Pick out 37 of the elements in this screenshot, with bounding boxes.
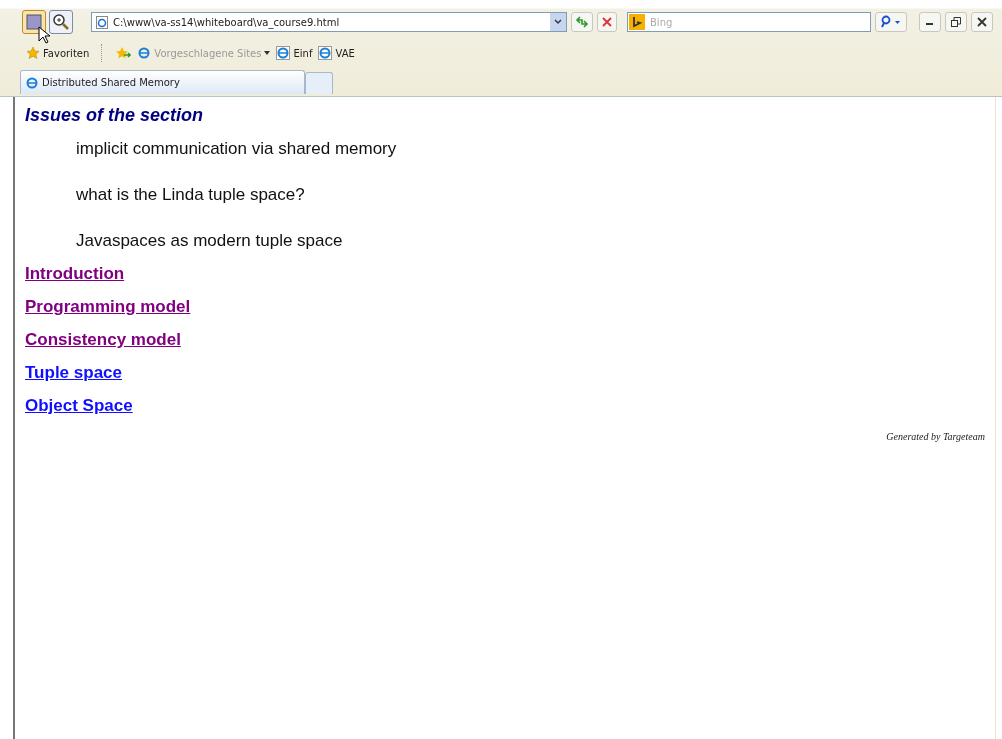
close-icon	[977, 17, 987, 27]
bing-logo-icon	[629, 14, 645, 30]
section-link[interactable]: Tuple space	[25, 363, 122, 382]
browser-logo-icon	[137, 46, 152, 60]
favorite-link[interactable]: Einf	[276, 46, 313, 60]
mouse-cursor-icon	[38, 26, 50, 44]
browser-tab[interactable]: Distributed Shared Memory	[20, 70, 305, 94]
close-button[interactable]	[971, 12, 993, 32]
zoom-button[interactable]	[49, 10, 73, 34]
section-link[interactable]: Introduction	[25, 264, 125, 283]
star-icon	[26, 46, 40, 60]
address-field[interactable]: C:\www\va-ss14\whiteboard\va_course9.html	[91, 12, 567, 32]
stop-button[interactable]	[597, 12, 617, 32]
browser-logo-icon	[318, 46, 333, 60]
restore-icon	[951, 17, 961, 27]
section-link[interactable]: Object Space	[25, 396, 133, 415]
browser-logo-icon	[25, 75, 39, 90]
search-field[interactable]: Bing	[627, 12, 871, 32]
section-link[interactable]: Programming model	[25, 297, 191, 316]
generator-credit: Generated by Targeteam	[886, 431, 985, 442]
minimize-button[interactable]	[919, 12, 941, 32]
caret-icon	[264, 51, 271, 55]
refresh-button[interactable]	[571, 12, 593, 32]
restore-button[interactable]	[945, 12, 967, 32]
favorite-link[interactable]: VAE	[318, 46, 355, 60]
issue-text: Javaspaces as modern tuple space	[76, 230, 344, 252]
page-icon	[96, 15, 108, 29]
browser-logo-icon	[276, 46, 291, 60]
add-favorite-icon[interactable]	[115, 46, 132, 60]
issue-text: implicit communication via shared memory	[76, 138, 398, 160]
favorites-button[interactable]: Favoriten	[26, 46, 90, 60]
refresh-icon	[575, 16, 589, 28]
search-button[interactable]	[875, 12, 907, 32]
section-link[interactable]: Consistency model	[25, 330, 181, 349]
section-heading: Issues of the section	[25, 104, 205, 127]
issue-text: what is the Linda tuple space?	[76, 184, 306, 206]
stop-icon	[601, 16, 613, 28]
